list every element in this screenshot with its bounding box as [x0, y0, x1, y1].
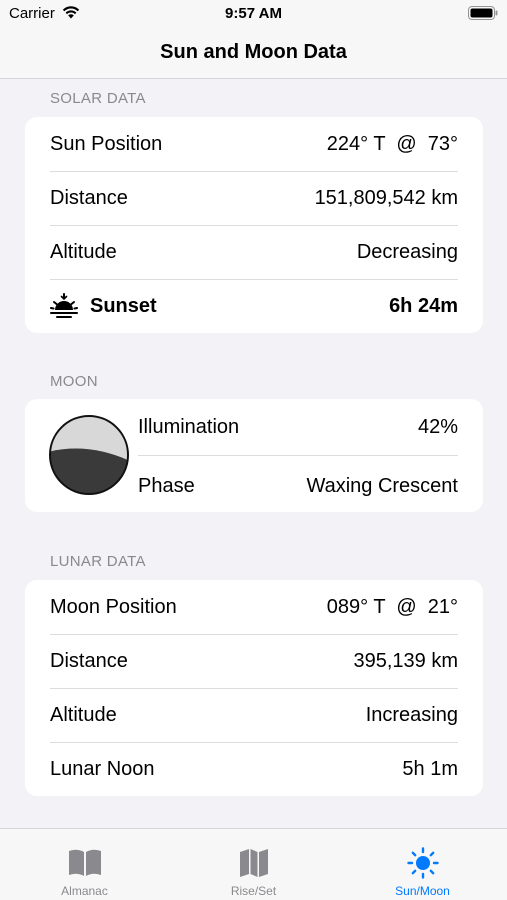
row-value: 6h 24m [389, 295, 458, 317]
moon-phase-icon [49, 415, 129, 495]
sun-distance-row: Distance 151,809,542 km [25, 171, 483, 225]
tab-sun-moon[interactable]: Sun/Moon [338, 829, 507, 900]
row-value: 395,139 km [353, 650, 458, 672]
solar-data-header: SOLAR DATA [50, 90, 146, 107]
illumination-label: Illumination [138, 416, 240, 438]
lunar-data-header: LUNAR DATA [50, 553, 146, 570]
row-label: Sun Position [50, 133, 163, 155]
row-label: Moon Position [50, 596, 177, 618]
moon-card: Illumination 42% Phase Waxing Crescent [25, 399, 483, 512]
row-label: Distance [50, 187, 128, 209]
book-icon [69, 849, 101, 876]
divider [138, 455, 458, 456]
row-label: Altitude [50, 704, 117, 726]
tab-bar: Almanac Rise/Set Sun/Moon [0, 828, 507, 900]
lunar-data-card: Moon Position 089° T @ 21° Distance 395,… [25, 580, 483, 796]
tab-label: Almanac [61, 884, 108, 898]
row-value: 151,809,542 km [314, 187, 458, 209]
tab-almanac[interactable]: Almanac [0, 829, 169, 900]
row-value: 224° T @ 73° [326, 133, 458, 155]
solar-data-card: Sun Position 224° T @ 73° Distance 151,8… [25, 117, 483, 333]
sunset-icon [50, 293, 78, 318]
tab-label: Rise/Set [230, 884, 277, 898]
status-bar: Carrier 9:57 AM [0, 0, 507, 28]
sun-altitude-row: Altitude Decreasing [25, 225, 483, 279]
sun-position-row: Sun Position 224° T @ 73° [25, 117, 483, 171]
row-label: Sunset [90, 295, 157, 317]
row-value: 5h 1m [402, 758, 458, 780]
moon-altitude-row: Altitude Increasing [25, 688, 483, 742]
navigation-bar: Sun and Moon Data [0, 28, 507, 79]
row-label: Lunar Noon [50, 758, 155, 780]
row-value: 089° T @ 21° [326, 596, 458, 618]
row-label: Altitude [50, 241, 117, 263]
moon-position-row: Moon Position 089° T @ 21° [25, 580, 483, 634]
clock: 9:57 AM [225, 5, 282, 22]
sun-icon [407, 847, 439, 879]
lunar-noon-row: Lunar Noon 5h 1m [25, 742, 483, 796]
illumination-value: 42% [417, 416, 458, 438]
battery-icon [468, 6, 498, 20]
tab-rise-set[interactable]: Rise/Set [169, 829, 338, 900]
sunset-row: Sunset 6h 24m [25, 279, 483, 333]
phase-value: Waxing Crescent [306, 475, 458, 497]
tab-label: Sun/Moon [395, 884, 450, 898]
phase-label: Phase [138, 475, 195, 497]
row-label: Distance [50, 650, 128, 672]
moon-distance-row: Distance 395,139 km [25, 634, 483, 688]
phase-row: Phase Waxing Crescent [138, 458, 458, 512]
row-value: Increasing [365, 704, 458, 726]
map-icon [240, 849, 268, 877]
page-title: Sun and Moon Data [160, 41, 347, 63]
row-value: Decreasing [356, 241, 458, 263]
illumination-row: Illumination 42% [138, 399, 458, 455]
moon-header: MOON [50, 373, 98, 390]
